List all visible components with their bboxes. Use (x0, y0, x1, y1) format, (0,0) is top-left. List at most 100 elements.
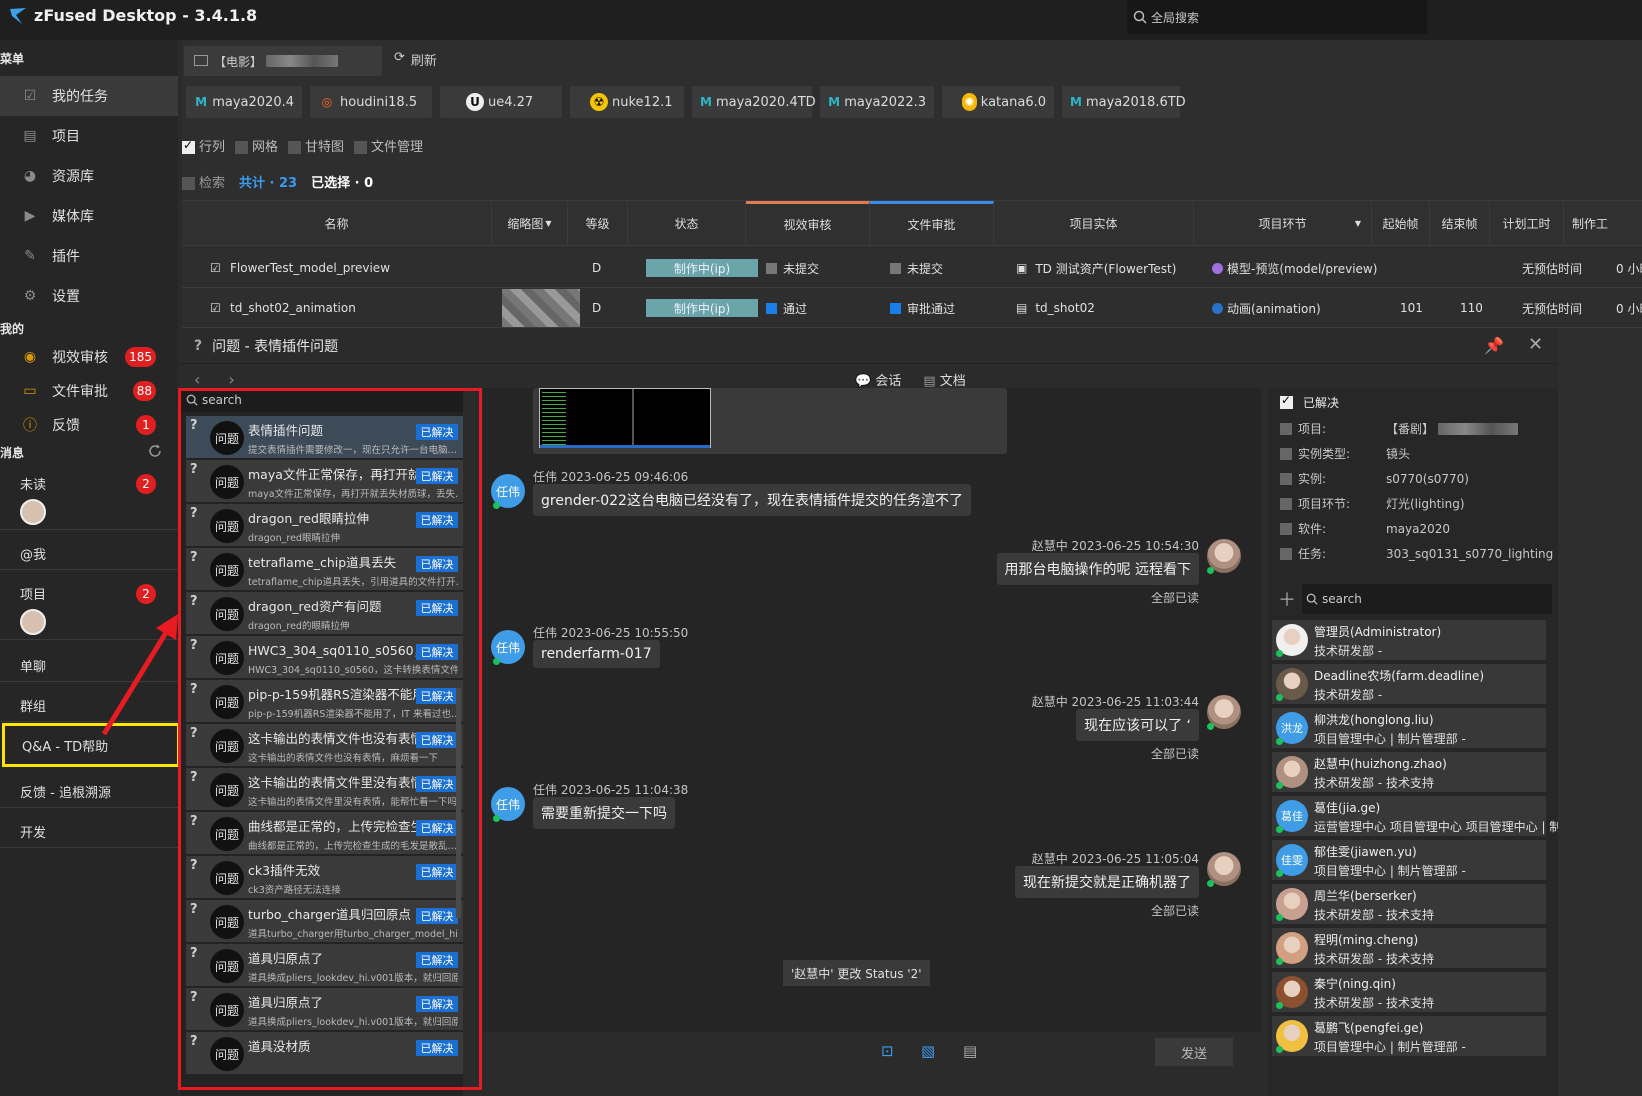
software-button-katana6-0[interactable]: ✺ katana6.0 (942, 86, 1054, 118)
software-button-maya2022-3[interactable]: Mmaya2022.3 (820, 86, 934, 118)
software-button-maya2018-6td[interactable]: Mmaya2018.6TD (1062, 86, 1186, 118)
column-end-frame[interactable]: 结束帧 (1430, 201, 1490, 245)
column-step[interactable]: 项目环节 ▼ (1194, 201, 1372, 245)
sidebar-item-my-tasks[interactable]: ☑ 我的任务 (0, 76, 178, 116)
task-status[interactable]: 制作中(ip) (646, 248, 758, 288)
view-option-files[interactable]: 文件管理 (354, 136, 423, 155)
member-list-item[interactable]: 葛佳 葛佳(jia.ge) 运营管理中心 项目管理中心 项目管理中心 | 制 (1272, 796, 1558, 836)
issue-search-input[interactable]: search (180, 388, 463, 412)
column-vfx-review[interactable]: 视效审核 (746, 201, 870, 245)
checkbox[interactable] (1280, 393, 1293, 409)
column-name[interactable]: 名称 (182, 201, 492, 245)
sidebar-item-projects[interactable]: ▤ 项目 (0, 116, 178, 156)
software-button-houdini18-5[interactable]: ◎ houdini18.5 (310, 86, 432, 118)
refresh-icon[interactable] (148, 444, 162, 458)
sidebar-item-feedback[interactable]: ⓘ 反馈 1 (0, 408, 178, 442)
column-entity[interactable]: 项目实体 (994, 201, 1194, 245)
task-status[interactable]: 制作中(ip) (646, 288, 758, 328)
software-button-nuke12-1[interactable]: ☢ nuke12.1 (570, 86, 684, 118)
issue-list-item[interactable]: ? 问题 表情插件问题 提交表情插件需要修改一，现在只允许一台电脑… 已解决 (186, 416, 463, 458)
issue-list-item[interactable]: ? 问题 道具归原点了 道具换成pliers_lookdev_hi.v001版本，就归… (186, 988, 463, 1030)
issue-list-item[interactable]: ? 问题 ck3插件无效 ck3资产路径无法连接 已解决 (186, 856, 463, 898)
sidebar-item-settings[interactable]: ⚙ 设置 (0, 276, 178, 316)
issue-list-item[interactable]: ? 问题 dragon_red资产有问题 dragon_red的眼睛拉伸 已解决 (186, 592, 463, 634)
member-list-item[interactable]: 周兰华(berserker) 技术研发部 - 技术支持 (1272, 884, 1546, 924)
sidebar-item-media-library[interactable]: ▶ 媒体库 (0, 196, 178, 236)
image-icon[interactable]: ▧ (921, 1042, 935, 1060)
tab-documents[interactable]: ▤ 文档 (923, 370, 965, 389)
member-list-item[interactable]: 佳雯 郁佳雯(jiawen.yu) 项目管理中心 | 制片管理部 - (1272, 840, 1546, 880)
image-message[interactable] (533, 388, 1007, 454)
software-button-maya2020-4[interactable]: Mmaya2020.4 (186, 86, 302, 118)
table-row[interactable]: ☑ td_shot02_animation D 制作中(ip) 通过 审批通过 … (182, 288, 1642, 328)
sidebar-item-vfx-review[interactable]: ◉ 视效审核 185 (0, 340, 178, 374)
issue-list-item[interactable]: ? 问题 dragon_red眼睛拉伸 dragon_red眼睛拉伸 已解决 (186, 504, 463, 546)
sidebar-item-file-approval[interactable]: ▭ 文件审批 88 (0, 374, 178, 408)
issue-list-item[interactable]: ? 问题 道具没材质 已解决 (186, 1032, 463, 1074)
scrollbar[interactable] (456, 688, 461, 918)
view-option-rows[interactable]: 行列 (182, 136, 225, 155)
thumbnail[interactable] (502, 288, 580, 328)
message-category-unread[interactable]: 未读 2 (0, 462, 178, 530)
message-bubble[interactable]: 现在应该可以了 ‘ (1076, 709, 1199, 741)
message-bubble[interactable]: 需要重新提交一下吗 (533, 797, 675, 829)
add-member-icon[interactable]: ＋ (1278, 586, 1296, 612)
refresh-button[interactable]: ⟳ 刷新 (394, 50, 437, 69)
column-start-frame[interactable]: 起始帧 (1372, 201, 1430, 245)
breadcrumb[interactable]: 【电影】 (184, 46, 382, 76)
checkbox[interactable] (235, 141, 249, 154)
checkbox[interactable] (182, 177, 195, 190)
view-option-grid[interactable]: 网格 (235, 136, 278, 155)
filter-toggle[interactable]: 检索 (182, 172, 225, 191)
software-button-ue4-27[interactable]: Uue4.27 (440, 86, 562, 118)
message-bubble[interactable]: grender-022这台电脑已经没有了，现在表情插件提交的任务渲不了 (533, 484, 971, 516)
member-search-input[interactable]: search (1302, 584, 1552, 614)
screenshot-tool-icon[interactable]: ⊡ (881, 1042, 894, 1060)
message-category-mentions[interactable]: @我 (0, 532, 178, 570)
member-list-item[interactable]: 管理员(Administrator) 技术研发部 - (1272, 620, 1546, 660)
back-arrow-icon[interactable]: ‹ (194, 370, 200, 389)
message-category-feedback-trace[interactable]: 反馈 - 追根溯源 (0, 770, 178, 808)
issue-list-item[interactable]: ? 问题 maya文件正常保存，再打开就丢失材质 maya文件正常保存，再打开就丢失材… (186, 460, 463, 502)
issue-list-item[interactable]: ? 问题 这卡输出的表情文件里没有表情 这卡输出的表情文件里没有表情，能帮忙看一下吗 已… (186, 768, 463, 810)
member-list-item[interactable]: 秦宁(ning.qin) 技术研发部 - 技术支持 (1272, 972, 1546, 1012)
column-level[interactable]: 等级 (568, 201, 628, 245)
message-bubble[interactable]: 用那台电脑操作的呢 远程看下 (996, 553, 1199, 585)
checkbox[interactable] (288, 141, 302, 154)
checkbox[interactable] (354, 141, 368, 154)
file-icon[interactable]: ▤ (963, 1042, 977, 1060)
issue-list-item[interactable]: ? 问题 这卡输出的表情文件也没有表情 这卡输出的表情文件也没有表情，麻烦看一下 已解决 (186, 724, 463, 766)
software-button-maya2020-4td[interactable]: Mmaya2020.4TD (692, 86, 816, 118)
issue-list-item[interactable]: ? 问题 道具归原点了 道具换成pliers_lookdev_hi.v001版本，就归… (186, 944, 463, 986)
issue-list-item[interactable]: ? 问题 turbo_charger道具归回原点 道具turbo_charger用tu… (186, 900, 463, 942)
member-list-item[interactable]: 程明(ming.cheng) 技术研发部 - 技术支持 (1272, 928, 1546, 968)
tab-conversation[interactable]: 💬 会话 (855, 370, 901, 389)
member-list-item[interactable]: 洪龙 柳洪龙(honglong.liu) 项目管理中心 | 制片管理部 - (1272, 708, 1546, 748)
sidebar-item-plugins[interactable]: ✎ 插件 (0, 236, 178, 276)
issue-list-item[interactable]: ? 问题 HWC3_304_sq0110_s0560，这卡转换 HWC3_304_sq… (186, 636, 463, 678)
view-option-gantt[interactable]: 甘特图 (288, 136, 344, 155)
issue-list-item[interactable]: ? 问题 曲线都是正常的，上传完检查生成 曲线都是正常的，上传完检查生成的毛发是散乱…… (186, 812, 463, 854)
message-category-dev[interactable]: 开发 (0, 810, 178, 848)
sidebar-item-asset-library[interactable]: ◕ 资源库 (0, 156, 178, 196)
message-bubble[interactable]: 现在新提交就是正确机器了 (1015, 866, 1199, 898)
message-bubble[interactable]: renderfarm-017 (533, 640, 660, 668)
checkbox[interactable] (182, 138, 195, 154)
column-thumbnail[interactable]: 缩略图 ▼ (492, 201, 568, 245)
resolved-checkbox[interactable]: 已解决 (1280, 393, 1339, 411)
member-list-item[interactable]: 葛鹏飞(pengfei.ge) 项目管理中心 | 制片管理部 - (1272, 1016, 1546, 1056)
column-file-approval[interactable]: 文件审批 (870, 201, 994, 245)
issue-list-item[interactable]: ? 问题 tetraflame_chip道具丢失 tetraflame_chip道具丢… (186, 548, 463, 590)
global-search-input[interactable]: 全局搜索 (1127, 0, 1427, 34)
member-list-item[interactable]: 赵慧中(huizhong.zhao) 技术研发部 - 技术支持 (1272, 752, 1546, 792)
column-planned-hours[interactable]: 计划工时 (1490, 201, 1564, 245)
send-button[interactable]: 发送 (1155, 1038, 1233, 1066)
close-icon[interactable]: ✕ (1528, 334, 1543, 355)
member-list-item[interactable]: Deadline农场(farm.deadline) 技术研发部 - (1272, 664, 1546, 704)
column-work-hours[interactable]: 制作工 (1564, 201, 1642, 245)
forward-arrow-icon[interactable]: › (228, 370, 234, 389)
issue-list-item[interactable]: ? 问题 pip-p-159机器RS渲染器不能用了 pip-p-159机器RS渲染器不… (186, 680, 463, 722)
table-row[interactable]: ☑ FlowerTest_model_preview D 制作中(ip) 未提交… (182, 248, 1642, 288)
pin-icon[interactable]: 📌 (1484, 336, 1504, 355)
column-status[interactable]: 状态 (628, 201, 746, 245)
